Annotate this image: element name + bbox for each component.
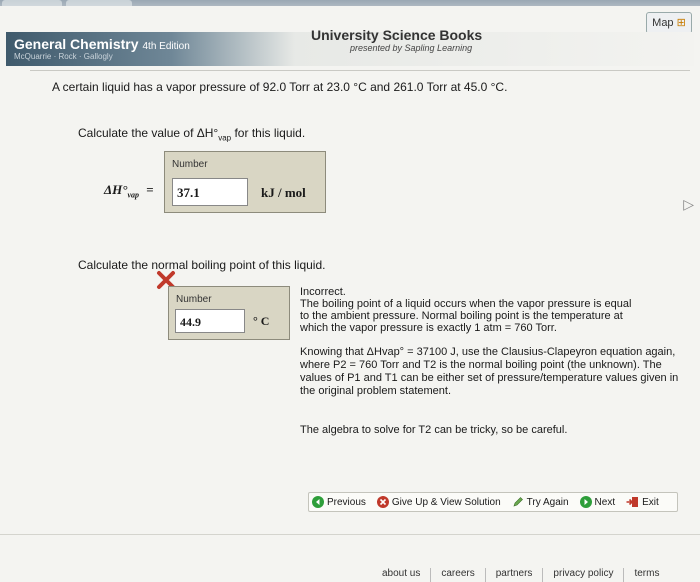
assignment-page: Map ⊞ General Chemistry 4th Edition McQua…: [0, 6, 700, 582]
footer-divider: [0, 534, 700, 535]
book-authors: McQuarrie · Rock · Gallogly: [14, 52, 113, 61]
enthalpy-symbol: ΔH°vap =: [104, 182, 154, 200]
exit-door-icon: [626, 497, 639, 507]
part1-answer-box: Number 37.1 kJ / mol: [164, 151, 326, 213]
exit-button[interactable]: Exit: [623, 496, 659, 508]
book-edition: 4th Edition: [142, 41, 190, 52]
try-again-button[interactable]: Try Again: [509, 496, 569, 508]
map-button[interactable]: Map ⊞: [646, 12, 692, 34]
publisher-subtitle: presented by Sapling Learning: [350, 43, 473, 53]
part2-unit: ° C: [253, 314, 270, 328]
give-up-icon: [376, 496, 389, 508]
previous-button[interactable]: Previous: [309, 496, 366, 508]
part1-number-label: Number: [172, 159, 208, 170]
hint-caution: The algebra to solve for T2 can be trick…: [300, 424, 568, 436]
footer-link-careers[interactable]: careers: [431, 568, 486, 582]
map-icon: ⊞: [676, 17, 686, 29]
pencil-icon: [513, 497, 523, 507]
hint-text: Knowing that ΔHvap° = 37100 J, use the C…: [300, 346, 679, 397]
question-nav-bar: Previous Give Up & View Solution Try Aga…: [308, 492, 678, 512]
map-label: Map: [652, 17, 674, 29]
part2-number-label: Number: [176, 294, 212, 305]
part2-answer-box: Number 44.9 ° C: [168, 286, 290, 340]
footer-link-about[interactable]: about us: [372, 568, 432, 582]
next-arrow-icon: [579, 496, 592, 508]
footer-link-partners[interactable]: partners: [486, 568, 544, 582]
footer-links: about us careers partners privacy policy…: [372, 568, 669, 582]
feedback-line: The boiling point of a liquid occurs whe…: [300, 298, 632, 310]
question-text: A certain liquid has a vapor pressure of…: [52, 80, 508, 94]
feedback-panel: Incorrect. The boiling point of a liquid…: [300, 286, 692, 334]
next-button[interactable]: Next: [577, 496, 615, 508]
feedback-status: Incorrect.: [300, 286, 346, 298]
part2-number-input[interactable]: 44.9: [175, 309, 245, 333]
previous-arrow-icon: [312, 496, 324, 508]
feedback-line: which the vapor pressure is exactly 1 at…: [300, 322, 557, 334]
footer-link-privacy[interactable]: privacy policy: [543, 568, 625, 582]
scroll-right-icon[interactable]: ▷: [683, 196, 694, 213]
part1-number-input[interactable]: 37.1: [172, 178, 248, 206]
feedback-line: to the ambient pressure. Normal boiling …: [300, 310, 623, 322]
header-divider: [30, 70, 690, 71]
publisher-name: University Science Books: [311, 27, 483, 43]
part1-prompt: Calculate the value of ΔH°vap for this l…: [78, 126, 306, 143]
textbook-header: General Chemistry 4th Edition McQuarrie ·…: [6, 27, 694, 66]
book-title: General Chemistry 4th Edition: [14, 36, 190, 52]
part1-unit: kJ / mol: [261, 185, 306, 200]
give-up-button[interactable]: Give Up & View Solution: [374, 496, 501, 508]
footer-link-terms[interactable]: terms: [624, 568, 669, 582]
part2-prompt: Calculate the normal boiling point of th…: [78, 258, 326, 272]
